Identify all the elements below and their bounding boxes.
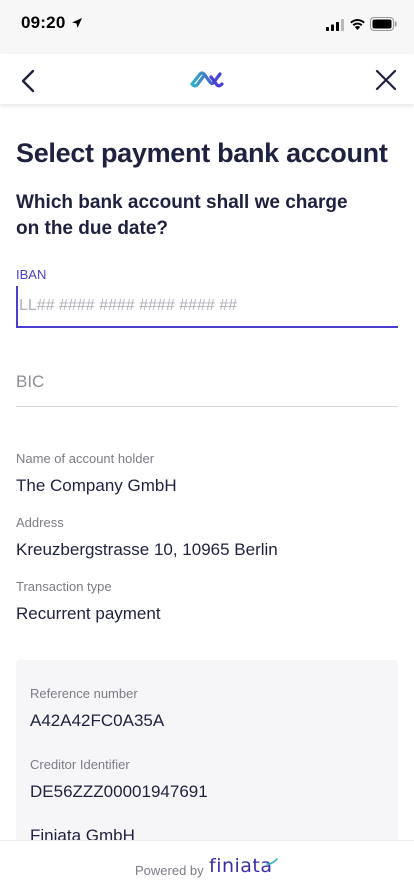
status-time: 09:20: [21, 13, 66, 32]
address-value: Kreuzbergstrasse 10, 10965 Berlin: [16, 540, 278, 559]
bic-input[interactable]: [16, 366, 398, 398]
creditor-company-name: Finiata GmbH: [30, 826, 135, 840]
iban-underline: [16, 326, 398, 328]
reference-number-value: A42A42FC0A35A: [30, 711, 165, 730]
reference-card: Reference number A42A42FC0A35A Creditor …: [16, 660, 398, 840]
account-holder-label: Name of account holder: [16, 451, 155, 466]
iban-label: IBAN: [16, 267, 47, 282]
bic-underline: [16, 406, 398, 407]
location-arrow-icon: [72, 18, 82, 28]
footer: Powered by finiata: [0, 840, 414, 896]
main-content[interactable]: Select payment bank account Which bank a…: [0, 104, 414, 840]
finiata-mark-icon: [266, 858, 278, 865]
cellular-signal-icon: [326, 19, 344, 31]
page-subtitle: Which bank account shall we charge on th…: [16, 192, 348, 239]
nav-bar: [0, 54, 414, 104]
address-label: Address: [16, 515, 64, 530]
close-icon: [375, 69, 397, 91]
chevron-left-icon: [21, 69, 35, 93]
infinity-logo-icon: [190, 71, 224, 88]
transaction-type-value: Recurrent payment: [16, 604, 161, 623]
transaction-type-label: Transaction type: [16, 579, 112, 594]
wifi-icon: [350, 19, 365, 30]
iban-input[interactable]: [16, 286, 398, 326]
finiata-logo: finiata: [209, 855, 273, 877]
reference-number-label: Reference number: [30, 686, 138, 701]
powered-by-label: Powered by: [135, 863, 204, 878]
creditor-identifier-label: Creditor Identifier: [30, 757, 130, 772]
page-title: Select payment bank account: [16, 138, 388, 168]
back-button[interactable]: [14, 66, 44, 96]
battery-icon: [370, 17, 397, 31]
status-bar: 09:20: [0, 0, 414, 54]
close-button[interactable]: [372, 66, 400, 94]
creditor-identifier-value: DE56ZZZ00001947691: [30, 782, 208, 801]
account-holder-value: The Company GmbH: [16, 476, 177, 495]
